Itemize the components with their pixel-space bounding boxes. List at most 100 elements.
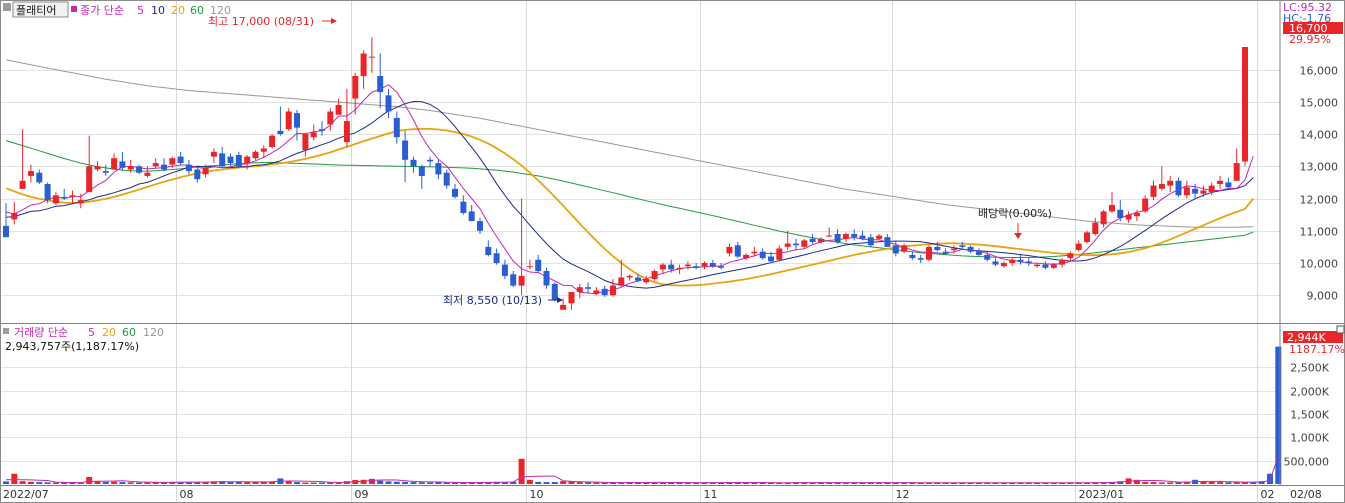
maximize-icon[interactable] — [1336, 325, 1345, 334]
candle-body — [1242, 47, 1248, 162]
candle-body — [1059, 259, 1066, 265]
price-tick-label: 9,000 — [1307, 290, 1339, 303]
candle-body — [817, 238, 824, 242]
volume-bar — [11, 473, 18, 484]
candle-body — [102, 171, 109, 173]
volume-panel-menu-icon[interactable] — [3, 328, 9, 334]
ma-legend-60: 60 — [190, 4, 204, 17]
candle-body — [185, 164, 192, 172]
candle-body — [69, 195, 76, 197]
candle-body — [152, 163, 159, 167]
volume-bar — [86, 477, 93, 484]
candle-body — [842, 234, 849, 239]
volume-bar — [1150, 482, 1157, 484]
candle-body — [934, 246, 941, 251]
volume-bar — [319, 482, 325, 484]
volume-bar — [435, 482, 442, 484]
candle-body — [169, 158, 176, 165]
candle-body — [77, 200, 84, 204]
candle-body — [385, 95, 392, 112]
candle-body — [302, 134, 309, 151]
candle-body — [892, 245, 899, 254]
date-tick-label: 09 — [355, 488, 369, 501]
volume-bar — [302, 482, 309, 484]
candle-body — [1025, 261, 1032, 263]
volume-bar — [19, 481, 26, 484]
ma-legend-20: 20 — [171, 4, 185, 17]
candle-body — [402, 140, 409, 160]
volume-bar — [102, 481, 109, 484]
volume-bar — [526, 479, 533, 484]
candle-body — [418, 166, 425, 176]
candle-body — [909, 254, 916, 259]
candle-body — [435, 163, 442, 175]
volume-bar — [1142, 481, 1149, 484]
volume-bar — [377, 480, 384, 484]
candle-body — [809, 238, 816, 242]
vol-ma-legend-5: 5 — [88, 326, 95, 339]
candle-body — [959, 245, 966, 247]
candle-body — [19, 180, 26, 189]
candle-body — [718, 266, 725, 268]
candle-body — [951, 248, 957, 251]
candle-body — [992, 261, 999, 265]
candle-body — [743, 254, 750, 259]
volume-change: 1187.17% — [1289, 343, 1345, 356]
candle-body — [668, 264, 675, 270]
candle-body — [3, 225, 9, 238]
candle-body — [876, 235, 883, 239]
volume-bar — [518, 458, 525, 484]
volume-bar — [185, 482, 192, 484]
panel-menu-icon[interactable] — [3, 3, 11, 11]
candle-body — [635, 277, 641, 281]
candle-body — [826, 235, 833, 237]
candle-body — [227, 156, 234, 163]
candle-body — [1167, 180, 1174, 186]
candle-body — [1042, 264, 1049, 268]
candle-body — [1084, 232, 1090, 243]
candle-body — [543, 271, 550, 286]
volume-bar — [244, 482, 251, 484]
date-tick-label: 02/08 — [1290, 488, 1322, 501]
candle-body — [393, 117, 400, 138]
volume-bar — [443, 482, 450, 484]
candle-body — [144, 172, 151, 176]
price-legend-swatch — [71, 6, 77, 12]
candle — [1084, 230, 1090, 244]
candle-body — [235, 155, 242, 167]
candle-body — [252, 151, 259, 159]
candle-body — [294, 113, 300, 128]
candle-body — [44, 184, 51, 201]
candle-body — [1158, 184, 1165, 189]
candle-body — [784, 243, 791, 247]
volume-bar — [119, 482, 126, 484]
candle — [1242, 47, 1248, 167]
price-tick-label: 15,000 — [1300, 97, 1339, 110]
volume-bar — [1158, 482, 1165, 484]
candle-body — [277, 130, 284, 134]
candle-body — [1117, 209, 1124, 218]
price-tick-label: 14,000 — [1300, 129, 1339, 142]
candle-body — [477, 221, 483, 231]
candle-body — [443, 172, 450, 186]
candle-body — [751, 251, 758, 254]
volume-bar — [136, 482, 143, 484]
candle-body — [377, 76, 384, 93]
volume-bar — [576, 482, 583, 484]
candle-body — [867, 237, 874, 246]
candle-body — [343, 121, 350, 143]
candle-body — [285, 111, 292, 130]
candle-body — [776, 248, 783, 260]
candle-body — [485, 246, 492, 255]
candle-body — [1225, 182, 1232, 188]
candle-body — [643, 279, 650, 283]
candle-body — [518, 275, 525, 286]
candle-body — [734, 245, 741, 257]
candle-body — [1050, 264, 1057, 268]
candle-body — [560, 304, 567, 310]
volume-bar — [1233, 482, 1240, 484]
candle-body — [693, 266, 700, 268]
date-tick-label: 10 — [530, 488, 544, 501]
ma-legend-10: 10 — [151, 4, 165, 17]
date-tick-label: 02 — [1261, 488, 1275, 501]
